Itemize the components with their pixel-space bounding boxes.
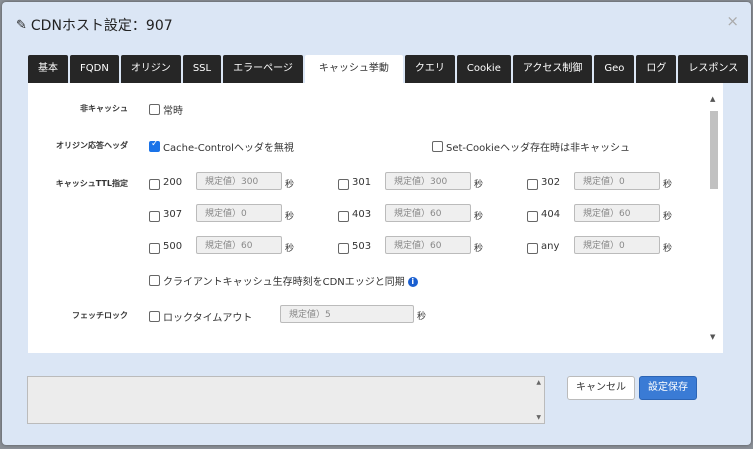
textarea-scroll-up-icon[interactable]: ▲ (536, 379, 541, 386)
tab-panel: ▲ ▼ 非キャッシュ 常時 オリジン応答ヘッダ Cache-Controlヘッダ… (28, 83, 723, 353)
tab-ssl[interactable]: SSL (182, 55, 222, 83)
ttl-503-unit: 秒 (474, 244, 484, 254)
ttl-302-code: 302 (541, 177, 561, 188)
tab-cookie[interactable]: Cookie (456, 55, 511, 83)
tab-access-control[interactable]: アクセス制御 (512, 55, 593, 83)
tab-log[interactable]: ログ (636, 55, 677, 83)
ttl-503-code: 503 (352, 241, 372, 252)
always-checkbox[interactable] (149, 104, 160, 115)
memo-textarea[interactable]: ▲ ▼ (27, 376, 545, 424)
ttl-403-input[interactable]: 規定値）60 (385, 204, 471, 222)
ttl-307-checkbox[interactable] (149, 211, 160, 222)
dialog-title-text: CDNホスト設定：907 (30, 18, 173, 34)
fetch-lock-label: フェッチロック (72, 311, 128, 320)
scroll-up-icon[interactable]: ▲ (710, 95, 715, 103)
tab-origin[interactable]: オリジン (120, 55, 181, 83)
ttl-200-checkbox[interactable] (149, 179, 160, 190)
tab-response[interactable]: レスポンス (678, 55, 749, 83)
origin-header-label: オリジン応答ヘッダ (56, 141, 128, 150)
lock-timeout-checkbox[interactable] (149, 311, 160, 322)
lock-timeout-unit: 秒 (417, 312, 427, 322)
sync-client-cache-checkbox[interactable] (149, 275, 160, 286)
ttl-404-code: 404 (541, 209, 561, 220)
close-icon[interactable]: × (726, 12, 739, 30)
ttl-301-input[interactable]: 規定値）300 (385, 172, 471, 190)
ttl-500-unit: 秒 (285, 244, 295, 254)
sync-client-cache-row: クライアントキャッシュ生存時刻をCDNエッジと同期 i (163, 273, 418, 288)
ttl-any-checkbox[interactable] (527, 243, 538, 254)
ttl-500-code: 500 (163, 241, 183, 252)
ttl-label: キャッシュTTL指定 (55, 179, 128, 188)
ttl-307-code: 307 (163, 209, 183, 220)
save-settings-button[interactable]: 設定保存 (639, 376, 697, 400)
ttl-500-checkbox[interactable] (149, 243, 160, 254)
ttl-403-unit: 秒 (474, 212, 484, 222)
sync-client-cache-label: クライアントキャッシュ生存時刻をCDNエッジと同期 (163, 277, 405, 288)
ttl-301-code: 301 (352, 177, 372, 188)
pencil-icon: ✎ (16, 17, 27, 33)
tab-error-page[interactable]: エラーページ (223, 55, 303, 83)
set-cookie-label: Set-Cookieヘッダ存在時は非キャッシュ (446, 143, 630, 154)
ttl-301-unit: 秒 (474, 180, 484, 190)
ttl-503-input[interactable]: 規定値）60 (385, 236, 471, 254)
lock-timeout-label: ロックタイムアウト (163, 313, 253, 324)
ttl-any-input[interactable]: 規定値）0 (574, 236, 660, 254)
ignore-cache-control-label: Cache-Controlヘッダを無視 (163, 143, 294, 154)
dialog-title: ✎ CDNホスト設定：907 (16, 15, 173, 35)
ttl-200-input[interactable]: 規定値）300 (196, 172, 282, 190)
ttl-404-unit: 秒 (663, 212, 673, 222)
ttl-302-checkbox[interactable] (527, 179, 538, 190)
tab-cache-behavior[interactable]: キャッシュ挙動 (304, 55, 403, 85)
ignore-cache-control-checkbox[interactable] (149, 139, 160, 152)
info-icon[interactable]: i (407, 277, 418, 287)
ttl-403-checkbox[interactable] (338, 211, 349, 222)
ttl-200-unit: 秒 (285, 180, 295, 190)
ttl-any-code: any (541, 241, 560, 252)
ttl-200-code: 200 (163, 177, 183, 188)
tab-query[interactable]: クエリ (404, 55, 455, 83)
non-cache-label: 非キャッシュ (80, 104, 128, 113)
ttl-302-input[interactable]: 規定値）0 (574, 172, 660, 190)
tab-bar: 基本 FQDN オリジン SSL エラーページ キャッシュ挙動 クエリ Cook… (28, 55, 750, 85)
textarea-scroll-down-icon[interactable]: ▼ (536, 414, 541, 421)
ttl-403-code: 403 (352, 209, 372, 220)
scrollbar-thumb[interactable] (710, 111, 718, 189)
tab-geo[interactable]: Geo (594, 55, 635, 83)
tab-fqdn[interactable]: FQDN (70, 55, 119, 83)
cancel-button[interactable]: キャンセル (567, 376, 635, 400)
always-label: 常時 (163, 106, 183, 117)
ttl-301-checkbox[interactable] (338, 179, 349, 190)
tab-basic[interactable]: 基本 (28, 55, 68, 83)
lock-timeout-input[interactable]: 規定値）5 (280, 305, 414, 323)
ttl-500-input[interactable]: 規定値）60 (196, 236, 282, 254)
ttl-404-input[interactable]: 規定値）60 (574, 204, 660, 222)
scroll-down-icon[interactable]: ▼ (710, 333, 715, 341)
ttl-307-input[interactable]: 規定値）0 (196, 204, 282, 222)
ttl-503-checkbox[interactable] (338, 243, 349, 254)
ttl-302-unit: 秒 (663, 180, 673, 190)
ttl-307-unit: 秒 (285, 212, 295, 222)
set-cookie-checkbox[interactable] (432, 141, 443, 152)
ttl-404-checkbox[interactable] (527, 211, 538, 222)
scrollbar[interactable]: ▲ ▼ (709, 95, 719, 341)
ttl-any-unit: 秒 (663, 244, 673, 254)
